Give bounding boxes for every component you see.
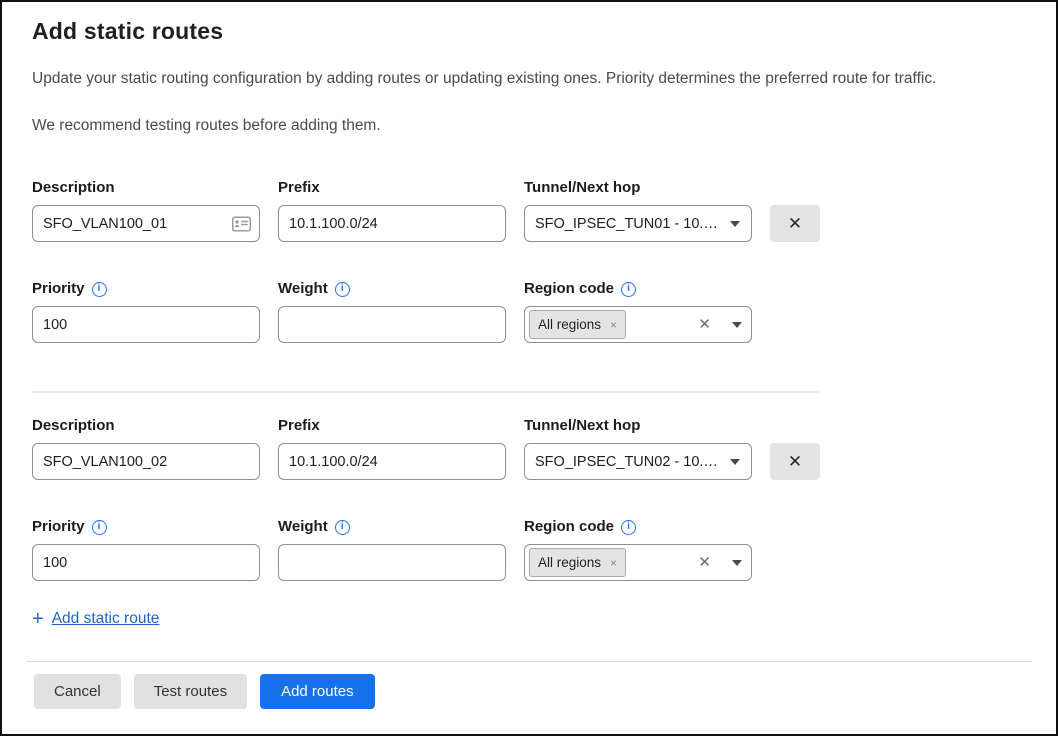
tunnel-field-1: Tunnel/Next hop SFO_IPSEC_TUN01 - 10.25.…: [524, 179, 752, 242]
info-icon[interactable]: [92, 520, 107, 535]
region-field-2: Region code All regions × ✕: [524, 518, 752, 581]
tunnel-label: Tunnel/Next hop: [524, 417, 752, 435]
delete-route-button[interactable]: ✕: [770, 443, 820, 480]
region-field-1: Region code All regions × ✕: [524, 280, 752, 343]
region-label-text: Region code: [524, 280, 614, 298]
prefix-label: Prefix: [278, 417, 506, 435]
priority-label: Priority: [32, 280, 260, 298]
priority-field-1: Priority: [32, 280, 260, 343]
region-tag: All regions ×: [529, 548, 626, 577]
region-tag-label: All regions: [538, 317, 601, 332]
info-icon[interactable]: [92, 282, 107, 297]
weight-label-text: Weight: [278, 518, 328, 536]
description-field-1: Description: [32, 179, 260, 242]
region-tag-label: All regions: [538, 555, 601, 570]
prefix-label: Prefix: [278, 179, 506, 197]
priority-label-text: Priority: [32, 518, 85, 536]
dialog-footer: Cancel Test routes Add routes: [2, 661, 1056, 734]
route-block-2: Description Prefix Tunnel/Next hop SFO_I…: [32, 417, 1026, 581]
autofill-card-icon: [232, 216, 251, 231]
clear-selection-icon[interactable]: ✕: [698, 555, 711, 570]
info-icon[interactable]: [621, 282, 636, 297]
priority-input[interactable]: [32, 544, 260, 581]
remove-tag-icon[interactable]: ×: [610, 319, 617, 331]
chevron-down-icon: [730, 221, 740, 227]
add-static-route-row: + Add static route: [32, 609, 1026, 629]
plus-icon: +: [32, 609, 44, 629]
info-icon[interactable]: [621, 520, 636, 535]
chevron-down-icon: [730, 459, 740, 465]
intro-text-line2: We recommend testing routes before addin…: [32, 117, 1026, 135]
prefix-field-1: Prefix: [278, 179, 506, 242]
info-icon[interactable]: [335, 282, 350, 297]
region-tag: All regions ×: [529, 310, 626, 339]
weight-label: Weight: [278, 518, 506, 536]
info-icon[interactable]: [335, 520, 350, 535]
priority-label-text: Priority: [32, 280, 85, 298]
prefix-input[interactable]: [278, 205, 506, 242]
remove-tag-icon[interactable]: ×: [610, 557, 617, 569]
tunnel-field-2: Tunnel/Next hop SFO_IPSEC_TUN02 - 10.25.…: [524, 417, 752, 480]
route-divider: [32, 391, 820, 393]
description-field-2: Description: [32, 417, 260, 480]
priority-field-2: Priority: [32, 518, 260, 581]
description-input[interactable]: [32, 443, 260, 480]
delete-route-button[interactable]: ✕: [770, 205, 820, 242]
close-icon: ✕: [788, 453, 802, 470]
tunnel-select[interactable]: SFO_IPSEC_TUN02 - 10.25...: [524, 443, 752, 480]
description-label: Description: [32, 417, 260, 435]
weight-input[interactable]: [278, 544, 506, 581]
description-input[interactable]: [32, 205, 260, 242]
weight-input[interactable]: [278, 306, 506, 343]
weight-label: Weight: [278, 280, 506, 298]
chevron-down-icon[interactable]: [732, 560, 742, 566]
region-multiselect[interactable]: All regions × ✕: [524, 306, 752, 343]
add-static-routes-dialog: Add static routes Update your static rou…: [0, 0, 1058, 736]
priority-input[interactable]: [32, 306, 260, 343]
tunnel-select[interactable]: SFO_IPSEC_TUN01 - 10.25...: [524, 205, 752, 242]
prefix-field-2: Prefix: [278, 417, 506, 480]
test-routes-button[interactable]: Test routes: [134, 674, 247, 709]
route-block-1: Description: [32, 179, 1026, 343]
cancel-button[interactable]: Cancel: [34, 674, 121, 709]
tunnel-selected-value: SFO_IPSEC_TUN01 - 10.25...: [535, 216, 722, 232]
tunnel-selected-value: SFO_IPSEC_TUN02 - 10.25...: [535, 454, 722, 470]
region-label: Region code: [524, 280, 752, 298]
add-static-route-link[interactable]: Add static route: [52, 610, 160, 628]
close-icon: ✕: [788, 215, 802, 232]
chevron-down-icon[interactable]: [732, 322, 742, 328]
page-title: Add static routes: [32, 18, 1026, 45]
priority-label: Priority: [32, 518, 260, 536]
description-label: Description: [32, 179, 260, 197]
weight-field-2: Weight: [278, 518, 506, 581]
region-label: Region code: [524, 518, 752, 536]
region-label-text: Region code: [524, 518, 614, 536]
clear-selection-icon[interactable]: ✕: [698, 317, 711, 332]
prefix-input[interactable]: [278, 443, 506, 480]
weight-field-1: Weight: [278, 280, 506, 343]
tunnel-label: Tunnel/Next hop: [524, 179, 752, 197]
weight-label-text: Weight: [278, 280, 328, 298]
add-routes-button[interactable]: Add routes: [260, 674, 375, 709]
intro-text-line1: Update your static routing configuration…: [32, 70, 1026, 88]
region-multiselect[interactable]: All regions × ✕: [524, 544, 752, 581]
